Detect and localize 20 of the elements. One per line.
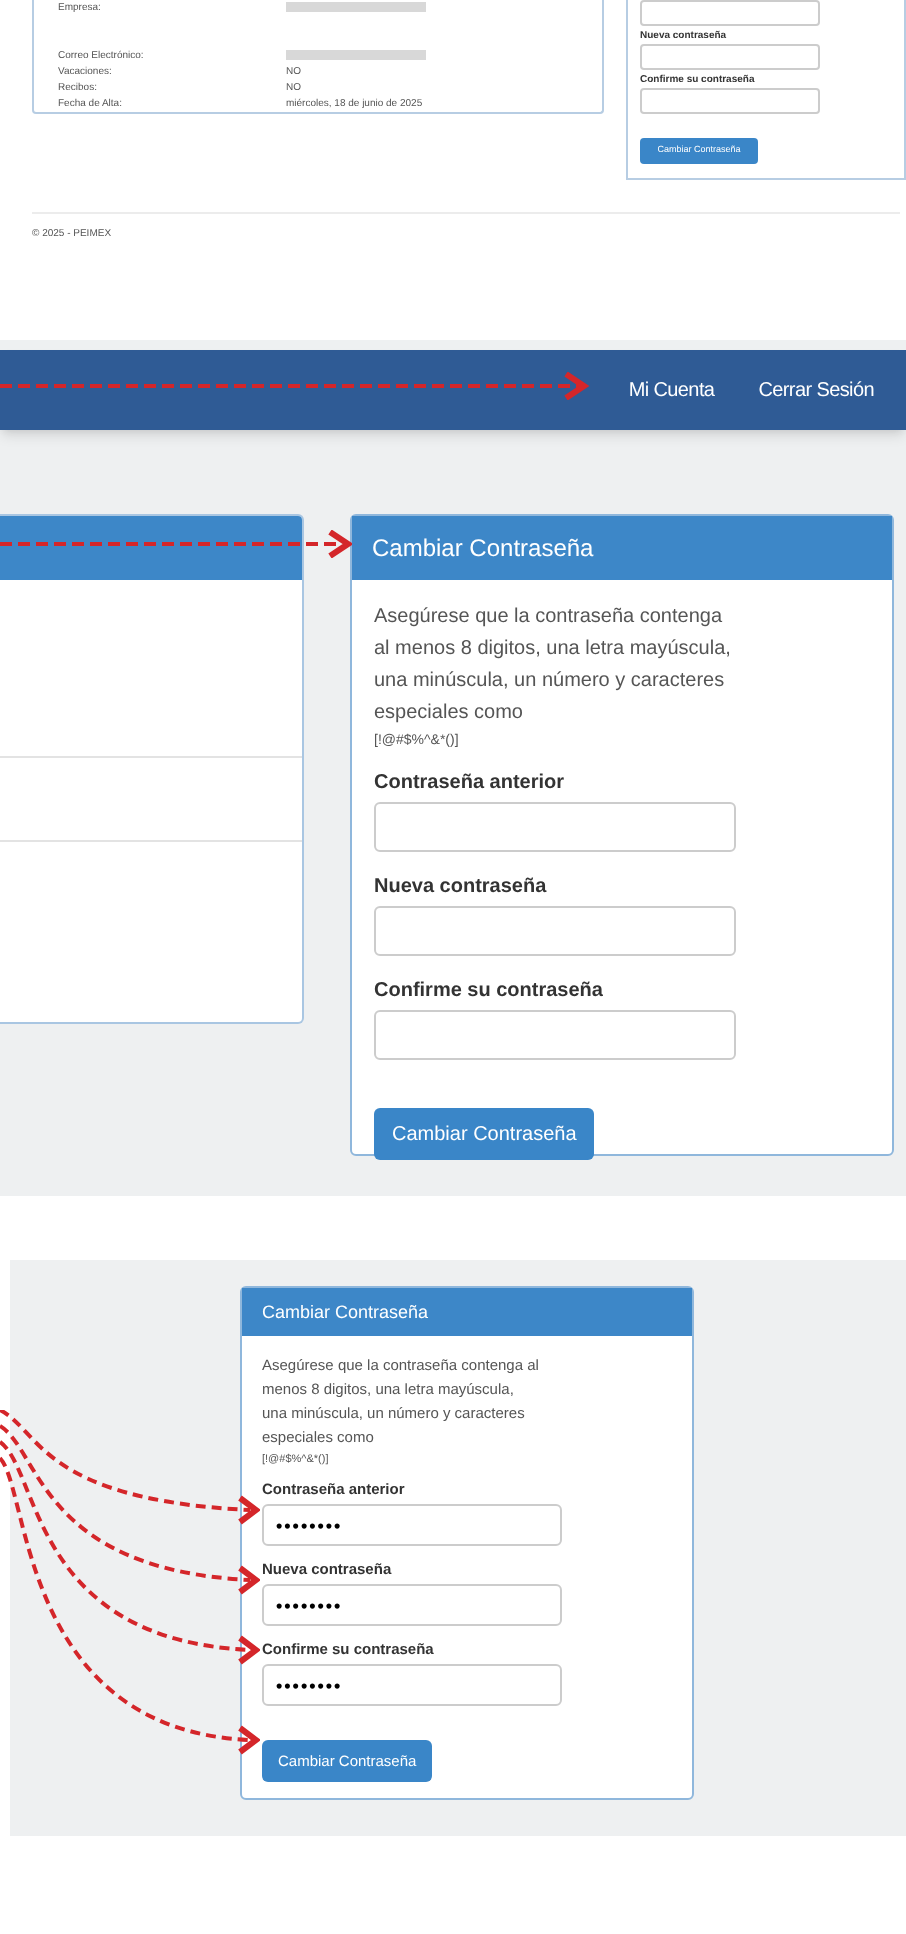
redacted-value bbox=[286, 2, 426, 12]
password-input[interactable] bbox=[640, 44, 820, 70]
password-input[interactable]: •••••••• bbox=[262, 1584, 562, 1626]
card-title: Cambiar Contraseña bbox=[242, 1288, 692, 1336]
password-input[interactable]: •••••••• bbox=[262, 1504, 562, 1546]
field-label: Contraseña anterior bbox=[374, 770, 567, 798]
password-input[interactable] bbox=[374, 906, 736, 956]
field-label: Confirme su contraseña bbox=[374, 978, 605, 1006]
nav-link[interactable]: Cerrar Sesión bbox=[758, 375, 874, 405]
field-label: Nueva contraseña bbox=[374, 874, 549, 902]
password-input[interactable] bbox=[640, 88, 820, 114]
password-input[interactable] bbox=[374, 802, 736, 852]
password-input[interactable] bbox=[640, 0, 820, 26]
password-input[interactable] bbox=[374, 1010, 736, 1060]
change-password-button[interactable]: Cambiar Contraseña bbox=[374, 1108, 595, 1160]
password-input[interactable]: •••••••• bbox=[262, 1664, 562, 1706]
instructions-text: Asegúrese que la contraseña contenga al menos 8 digitos, una letra mayúscula, una minúscula, un número y caracteres especiales como bbox=[374, 604, 733, 728]
nav-link[interactable]: Mi Cuenta bbox=[628, 375, 715, 405]
card-title: Cambiar Contraseña bbox=[352, 516, 892, 580]
redacted-value bbox=[286, 50, 426, 60]
